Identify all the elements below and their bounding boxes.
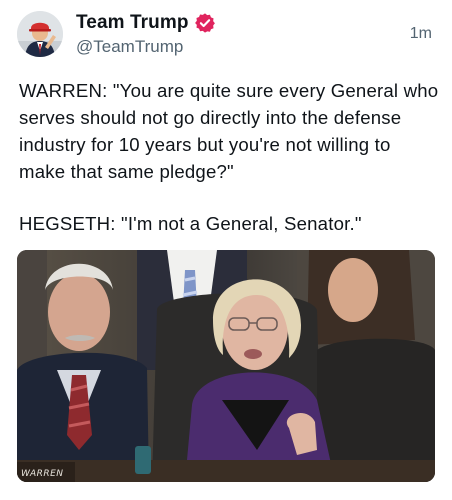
post-text-paragraph-hegseth: HEGSETH: "I'm not a General, Senator."	[19, 213, 362, 234]
post-text-paragraph-warren: WARREN: "You are quite sure every Genera…	[19, 80, 439, 182]
author-handle[interactable]: @TeamTrump	[76, 37, 183, 57]
post-text: WARREN: "You are quite sure every Genera…	[19, 77, 439, 237]
post: Team Trump @TeamTrump 1m WARREN: "You ar…	[0, 0, 452, 500]
post-timestamp[interactable]: 1m	[410, 25, 432, 43]
verified-badge-icon	[194, 12, 216, 34]
post-media-image[interactable]: WARREN	[17, 250, 435, 482]
author-avatar[interactable]	[17, 11, 63, 57]
avatar-person-icon	[17, 11, 63, 57]
author-name-row: Team Trump	[76, 11, 216, 35]
nameplate-text: WARREN	[21, 469, 64, 479]
author-display-name[interactable]: Team Trump	[76, 12, 189, 34]
hearing-photo	[17, 250, 435, 482]
